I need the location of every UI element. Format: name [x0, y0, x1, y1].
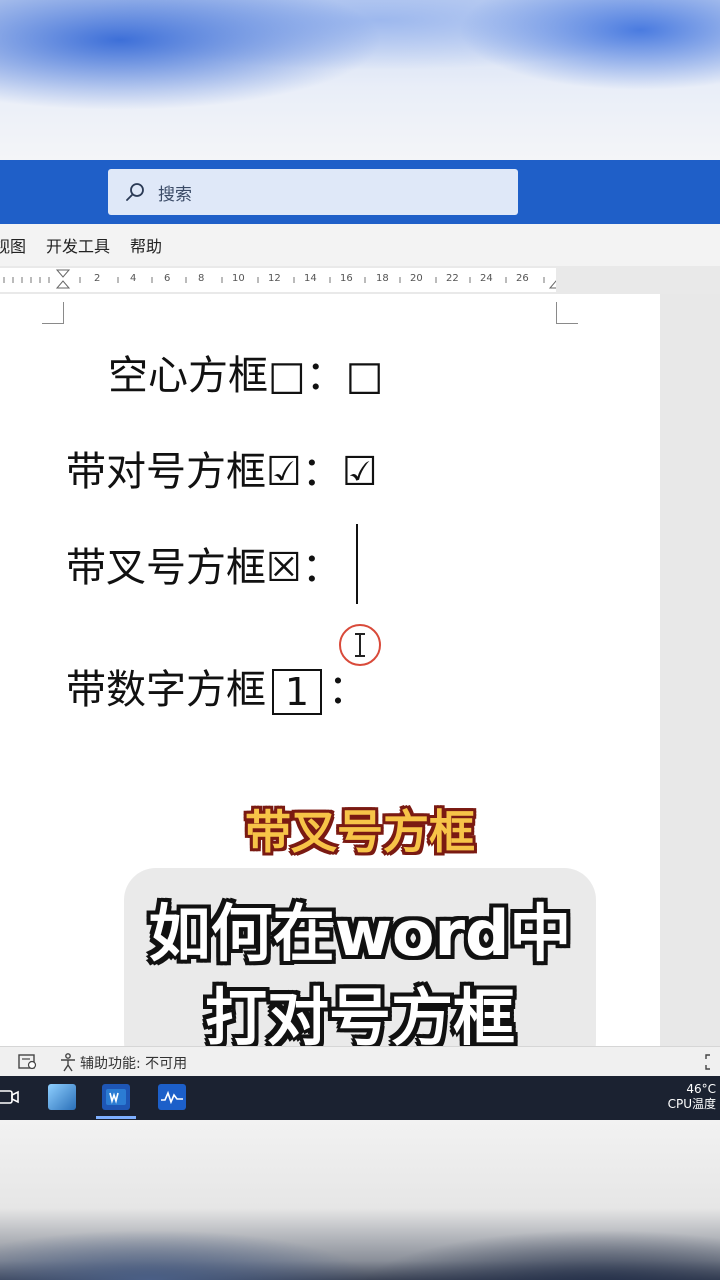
- waveform-icon: [161, 1090, 183, 1104]
- ruler-mark: 20: [410, 273, 423, 284]
- app-icon-notepad[interactable]: [48, 1084, 76, 1110]
- ruler-bar: 2 4 6 8 10 12 14 16 18 20 22 24 26: [0, 266, 720, 294]
- document-stats-icon[interactable]: [18, 1053, 38, 1071]
- doc-line-number-box[interactable]: 带数字方框 1：: [66, 666, 368, 715]
- accessibility-status[interactable]: 辅助功能: 不可用: [80, 1053, 187, 1073]
- ruler-mark: 10: [232, 273, 245, 284]
- ruler-mark: 16: [340, 273, 353, 284]
- search-box[interactable]: 搜索: [108, 169, 518, 215]
- ruler-mark: 18: [376, 273, 389, 284]
- margin-corner-top-left: [42, 302, 64, 324]
- ruler-mark: 4: [130, 273, 137, 284]
- margin-corner-top-right: [556, 302, 578, 324]
- focus-mode-icon[interactable]: [704, 1053, 720, 1071]
- taskbar: 46°C CPU温度: [0, 1076, 720, 1120]
- blurred-background-bottom: [0, 1120, 720, 1280]
- ruler-mark: 24: [480, 273, 493, 284]
- app-icon-monitor[interactable]: [158, 1084, 186, 1110]
- mouse-click-marker: [339, 624, 381, 666]
- doc-line-empty-box[interactable]: 空心方框□：□: [108, 352, 384, 400]
- ruler-mark: 26: [516, 273, 529, 284]
- ruler-mark: 12: [268, 273, 281, 284]
- ribbon-tabs: 视图 开发工具 帮助: [0, 224, 720, 266]
- ibeam-cursor-icon: [355, 633, 365, 657]
- blurred-background-top: [0, 0, 720, 160]
- number-box-label: 带数字方框: [66, 667, 266, 713]
- overlay-title-line-2: 打对号方框: [204, 981, 515, 1054]
- tab-view[interactable]: 视图: [0, 233, 26, 257]
- overlay-subtitle: 带叉号方框: [245, 805, 475, 859]
- app-icon-word[interactable]: [102, 1084, 130, 1110]
- accessibility-icon[interactable]: [58, 1052, 78, 1072]
- search-icon: [126, 183, 144, 201]
- cpu-temperature: 46°C: [686, 1082, 716, 1096]
- text-caret: [356, 524, 358, 604]
- ruler-mark: 6: [164, 273, 171, 284]
- ruler-mark: 14: [304, 273, 317, 284]
- ruler-mark: 22: [446, 273, 459, 284]
- horizontal-ruler[interactable]: 2 4 6 8 10 12 14 16 18 20 22 24 26: [0, 268, 556, 292]
- ruler-mark: 8: [198, 273, 205, 284]
- status-bar: 辅助功能: 不可用: [0, 1046, 720, 1076]
- tab-help[interactable]: 帮助: [130, 233, 162, 257]
- active-app-indicator: [96, 1116, 136, 1119]
- tab-developer[interactable]: 开发工具: [46, 233, 110, 257]
- ruler-mark: 2: [94, 273, 101, 284]
- word-logo-icon: [106, 1089, 126, 1105]
- cpu-temperature-label: CPU温度: [667, 1097, 716, 1111]
- doc-line-check-box[interactable]: 带对号方框☑：☑: [66, 448, 378, 496]
- video-camera-icon[interactable]: [0, 1088, 20, 1106]
- search-placeholder: 搜索: [158, 184, 192, 205]
- enclosed-number: 1: [272, 669, 322, 715]
- overlay-title-line-1: 如何在word中: [148, 897, 572, 970]
- doc-line-cross-box[interactable]: 带叉号方框☒：: [66, 544, 342, 592]
- system-tray-cpu[interactable]: 46°C CPU温度: [668, 1082, 716, 1112]
- number-box-colon: ：: [328, 667, 368, 713]
